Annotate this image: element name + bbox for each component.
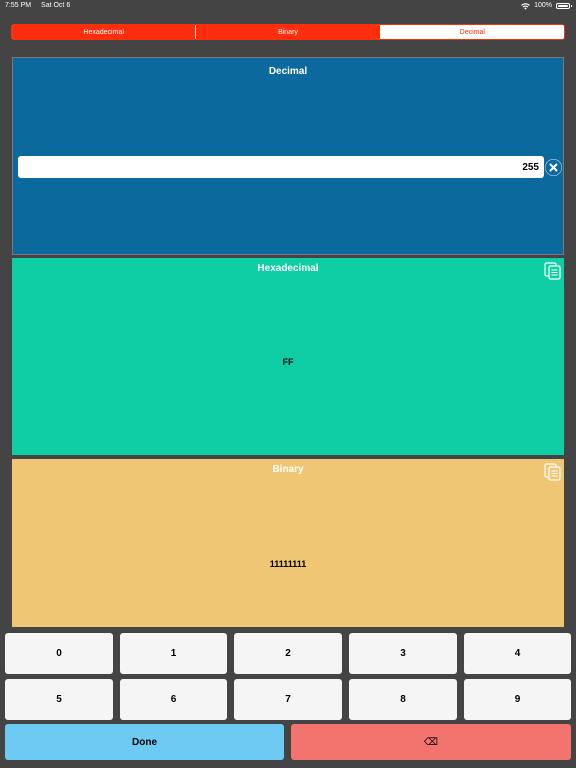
copy-icon[interactable] (544, 463, 561, 481)
key-4[interactable]: 4 (464, 633, 571, 674)
mode-segmented-control: Hexadecimal Binary Decimal (11, 24, 565, 40)
hexadecimal-panel: Hexadecimal FF (12, 258, 564, 455)
decimal-title: Decimal (268, 66, 308, 77)
number-keypad: 0 1 2 3 4 5 6 7 8 9 Done ⌫ (0, 629, 576, 768)
wifi-icon (521, 2, 530, 10)
key-1[interactable]: 1 (120, 633, 227, 674)
key-9[interactable]: 9 (464, 679, 571, 720)
status-bar: 7:55 PM Sat Oct 6 100% (0, 0, 576, 12)
hexadecimal-value: FF (282, 357, 294, 367)
tab-decimal[interactable]: Decimal (380, 25, 564, 39)
copy-icon[interactable] (544, 262, 561, 280)
key-5[interactable]: 5 (5, 679, 113, 720)
decimal-panel: Decimal (12, 57, 564, 255)
binary-title: Binary (272, 464, 304, 475)
hexadecimal-title: Hexadecimal (257, 263, 319, 274)
clear-button[interactable] (545, 159, 562, 176)
done-button[interactable]: Done (5, 724, 284, 760)
decimal-input-container (18, 156, 544, 178)
status-time: 7:55 PM (5, 2, 32, 9)
tab-hexadecimal[interactable]: Hexadecimal (12, 25, 197, 39)
key-0[interactable]: 0 (5, 633, 113, 674)
key-8[interactable]: 8 (349, 679, 457, 720)
key-6[interactable]: 6 (120, 679, 227, 720)
decimal-input[interactable] (18, 156, 544, 178)
binary-panel: Binary 11111111 (12, 459, 564, 627)
key-7[interactable]: 7 (234, 679, 342, 720)
key-2[interactable]: 2 (234, 633, 342, 674)
status-right: 100% (521, 0, 572, 12)
key-3[interactable]: 3 (349, 633, 457, 674)
binary-value: 11111111 (269, 559, 307, 569)
status-left: 7:55 PM Sat Oct 6 (5, 0, 78, 12)
clear-icon (545, 159, 562, 176)
battery-percent: 100% (534, 2, 552, 9)
battery-icon (556, 3, 572, 9)
status-date: Sat Oct 6 (41, 2, 71, 9)
tab-binary[interactable]: Binary (196, 25, 381, 39)
backspace-button[interactable]: ⌫ (291, 724, 571, 760)
